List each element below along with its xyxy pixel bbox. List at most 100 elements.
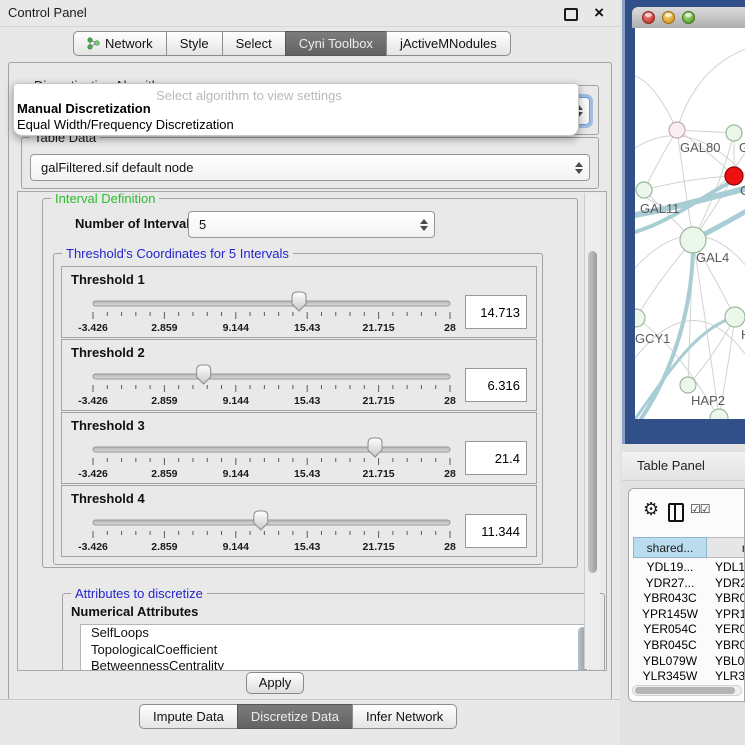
threshold-value-field[interactable]: 11.344 — [465, 514, 527, 548]
svg-text:28: 28 — [444, 468, 456, 480]
svg-text:GAL80: GAL80 — [680, 140, 720, 155]
tab-style-label: Style — [180, 32, 209, 55]
threshold-panel-2: Threshold 2-3.4262.8599.14415.4321.71528… — [61, 339, 537, 411]
cell-shared-name: YBL079W — [633, 654, 707, 668]
svg-text:9.144: 9.144 — [223, 395, 249, 407]
close-traffic-light-icon[interactable] — [642, 11, 655, 24]
table-row[interactable]: YLR345WYLR3 — [633, 669, 745, 684]
svg-text:HAP2: HAP2 — [691, 393, 725, 408]
slider-thumb[interactable] — [197, 365, 211, 384]
cell-name: YBR0 — [715, 638, 745, 652]
table-panel-header: Table Panel — [622, 452, 745, 481]
zoom-traffic-light-icon[interactable] — [682, 11, 695, 24]
table-row[interactable]: YPR145WYPR1 — [633, 607, 745, 622]
horizontal-scrollbar-thumb[interactable] — [635, 687, 735, 694]
svg-text:2.859: 2.859 — [151, 395, 177, 407]
cell-shared-name: YER054C — [633, 622, 707, 636]
slider-thumb[interactable] — [368, 438, 382, 457]
slider-thumb[interactable] — [254, 511, 268, 530]
attributes-group: Attributes to discretize Numerical Attri… — [62, 593, 605, 671]
svg-text:15.43: 15.43 — [294, 322, 320, 334]
algorithm-option-2[interactable]: Equal Width/Frequency Discretization — [17, 117, 234, 132]
tab-jactivemnodules-label: jActiveMNodules — [400, 32, 497, 55]
settings-scroll-area: Interval Definition Number of Intervals … — [17, 191, 607, 671]
threshold-value-field[interactable]: 14.713 — [465, 295, 527, 329]
cell-shared-name: YLR345W — [633, 669, 707, 683]
threshold-panel-4: Threshold 4-3.4262.8599.14415.4321.71528… — [61, 485, 537, 557]
svg-text:15.43: 15.43 — [294, 468, 320, 480]
threshold-label: Threshold 4 — [71, 491, 145, 506]
column-header-shared-name[interactable]: shared... — [633, 537, 707, 558]
algorithm-option-1[interactable]: Manual Discretization — [17, 101, 151, 116]
svg-text:15.43: 15.43 — [294, 395, 320, 407]
float-window-icon[interactable] — [564, 8, 578, 21]
tab-cyni-toolbox[interactable]: Cyni Toolbox — [285, 31, 387, 56]
table-row[interactable]: YDL19...YDL1 — [633, 560, 745, 575]
bottom-divider — [0, 699, 620, 700]
svg-text:28: 28 — [444, 395, 456, 407]
tab-network[interactable]: Network — [73, 31, 167, 56]
horizontal-scrollbar[interactable] — [632, 685, 742, 696]
cell-name: YBL0 — [715, 654, 744, 668]
combo-stepper-icon — [574, 161, 584, 175]
gear-icon[interactable]: ⚙ — [643, 499, 659, 520]
cell-name: YBR0 — [715, 591, 745, 605]
algorithm-dropdown-popup: Select algorithm to view settingsManual … — [13, 83, 579, 136]
cell-shared-name: YDR27... — [633, 576, 707, 590]
cell-shared-name: YBR045C — [633, 638, 707, 652]
table-data-group: Table Data galFiltered.sif default node — [21, 137, 599, 189]
network-icon — [87, 37, 100, 50]
tab-impute-data-label: Impute Data — [153, 705, 224, 728]
vertical-scrollbar[interactable] — [584, 193, 600, 669]
cell-shared-name: YDL19... — [633, 560, 707, 574]
svg-text:-3.426: -3.426 — [78, 322, 108, 334]
minimize-traffic-light-icon[interactable] — [662, 11, 675, 24]
attribute-item[interactable]: TopologicalCoefficient — [81, 642, 589, 659]
table-row[interactable]: YBL079W YBL0 — [633, 654, 745, 669]
apply-button[interactable]: Apply — [246, 672, 304, 694]
network-canvas[interactable]: GAL80GCGAL11GAL4GCY1HHAP2 — [635, 28, 745, 419]
tab-infer-network-label: Infer Network — [366, 705, 443, 728]
split-columns-icon[interactable] — [668, 503, 684, 522]
svg-text:9.144: 9.144 — [223, 541, 249, 553]
svg-text:-3.426: -3.426 — [78, 468, 108, 480]
tab-jactivemnodules[interactable]: jActiveMNodules — [386, 31, 511, 56]
control-panel-titlebar: Control Panel × — [0, 0, 620, 27]
panel-title: Control Panel — [8, 0, 87, 26]
svg-text:2.859: 2.859 — [151, 322, 177, 334]
select-columns-icon[interactable]: ☑☑ — [690, 502, 710, 516]
threshold-value-field[interactable]: 21.4 — [465, 441, 527, 475]
numerical-attributes-label: Numerical Attributes — [71, 604, 198, 619]
tab-select-label: Select — [236, 32, 272, 55]
svg-text:28: 28 — [444, 322, 456, 334]
close-icon[interactable]: × — [594, 1, 604, 25]
tab-infer-network[interactable]: Infer Network — [352, 704, 457, 729]
table-panel-window: ⚙ ☑☑ shared... na YDL19...YDL1YDR27...YD… — [628, 488, 745, 702]
attributes-title: Attributes to discretize — [71, 586, 207, 601]
tab-network-label: Network — [105, 32, 153, 55]
svg-text:H: H — [741, 327, 745, 342]
number-of-intervals-combobox[interactable]: 5 — [188, 211, 435, 238]
threshold-coordinates-group: Threshold's Coordinates for 5 Intervals … — [53, 253, 543, 565]
column-header-name[interactable]: na — [707, 537, 745, 558]
svg-text:GCY1: GCY1 — [635, 331, 670, 346]
cell-name: YDR2 — [715, 576, 745, 590]
numerical-attributes-list[interactable]: SelfLoopsTopologicalCoefficientBetweenne… — [80, 624, 590, 671]
table-row[interactable]: YBR043CYBR0 — [633, 591, 745, 606]
tab-style[interactable]: Style — [166, 31, 223, 56]
slider-thumb[interactable] — [292, 292, 306, 311]
threshold-value-field[interactable]: 6.316 — [465, 368, 527, 402]
vertical-scrollbar-thumb[interactable] — [588, 251, 597, 573]
tab-select[interactable]: Select — [222, 31, 286, 56]
svg-text:G: G — [739, 140, 745, 155]
table-row[interactable]: YDR27... YDR2 — [633, 576, 745, 591]
attribute-item[interactable]: SelfLoops — [81, 625, 589, 642]
table-row[interactable]: YBR045C YBR0 — [633, 638, 745, 653]
table-row[interactable]: YER054CYER0 — [633, 622, 745, 637]
tab-impute-data[interactable]: Impute Data — [139, 704, 238, 729]
svg-text:2.859: 2.859 — [151, 468, 177, 480]
network-view-window: GAL80GCGAL11GAL4GCY1HHAP2 — [622, 0, 745, 444]
table-data-combobox[interactable]: galFiltered.sif default node — [30, 154, 590, 181]
attribute-item[interactable]: BetweennessCentrality — [81, 658, 589, 671]
tab-discretize-data[interactable]: Discretize Data — [237, 704, 353, 729]
